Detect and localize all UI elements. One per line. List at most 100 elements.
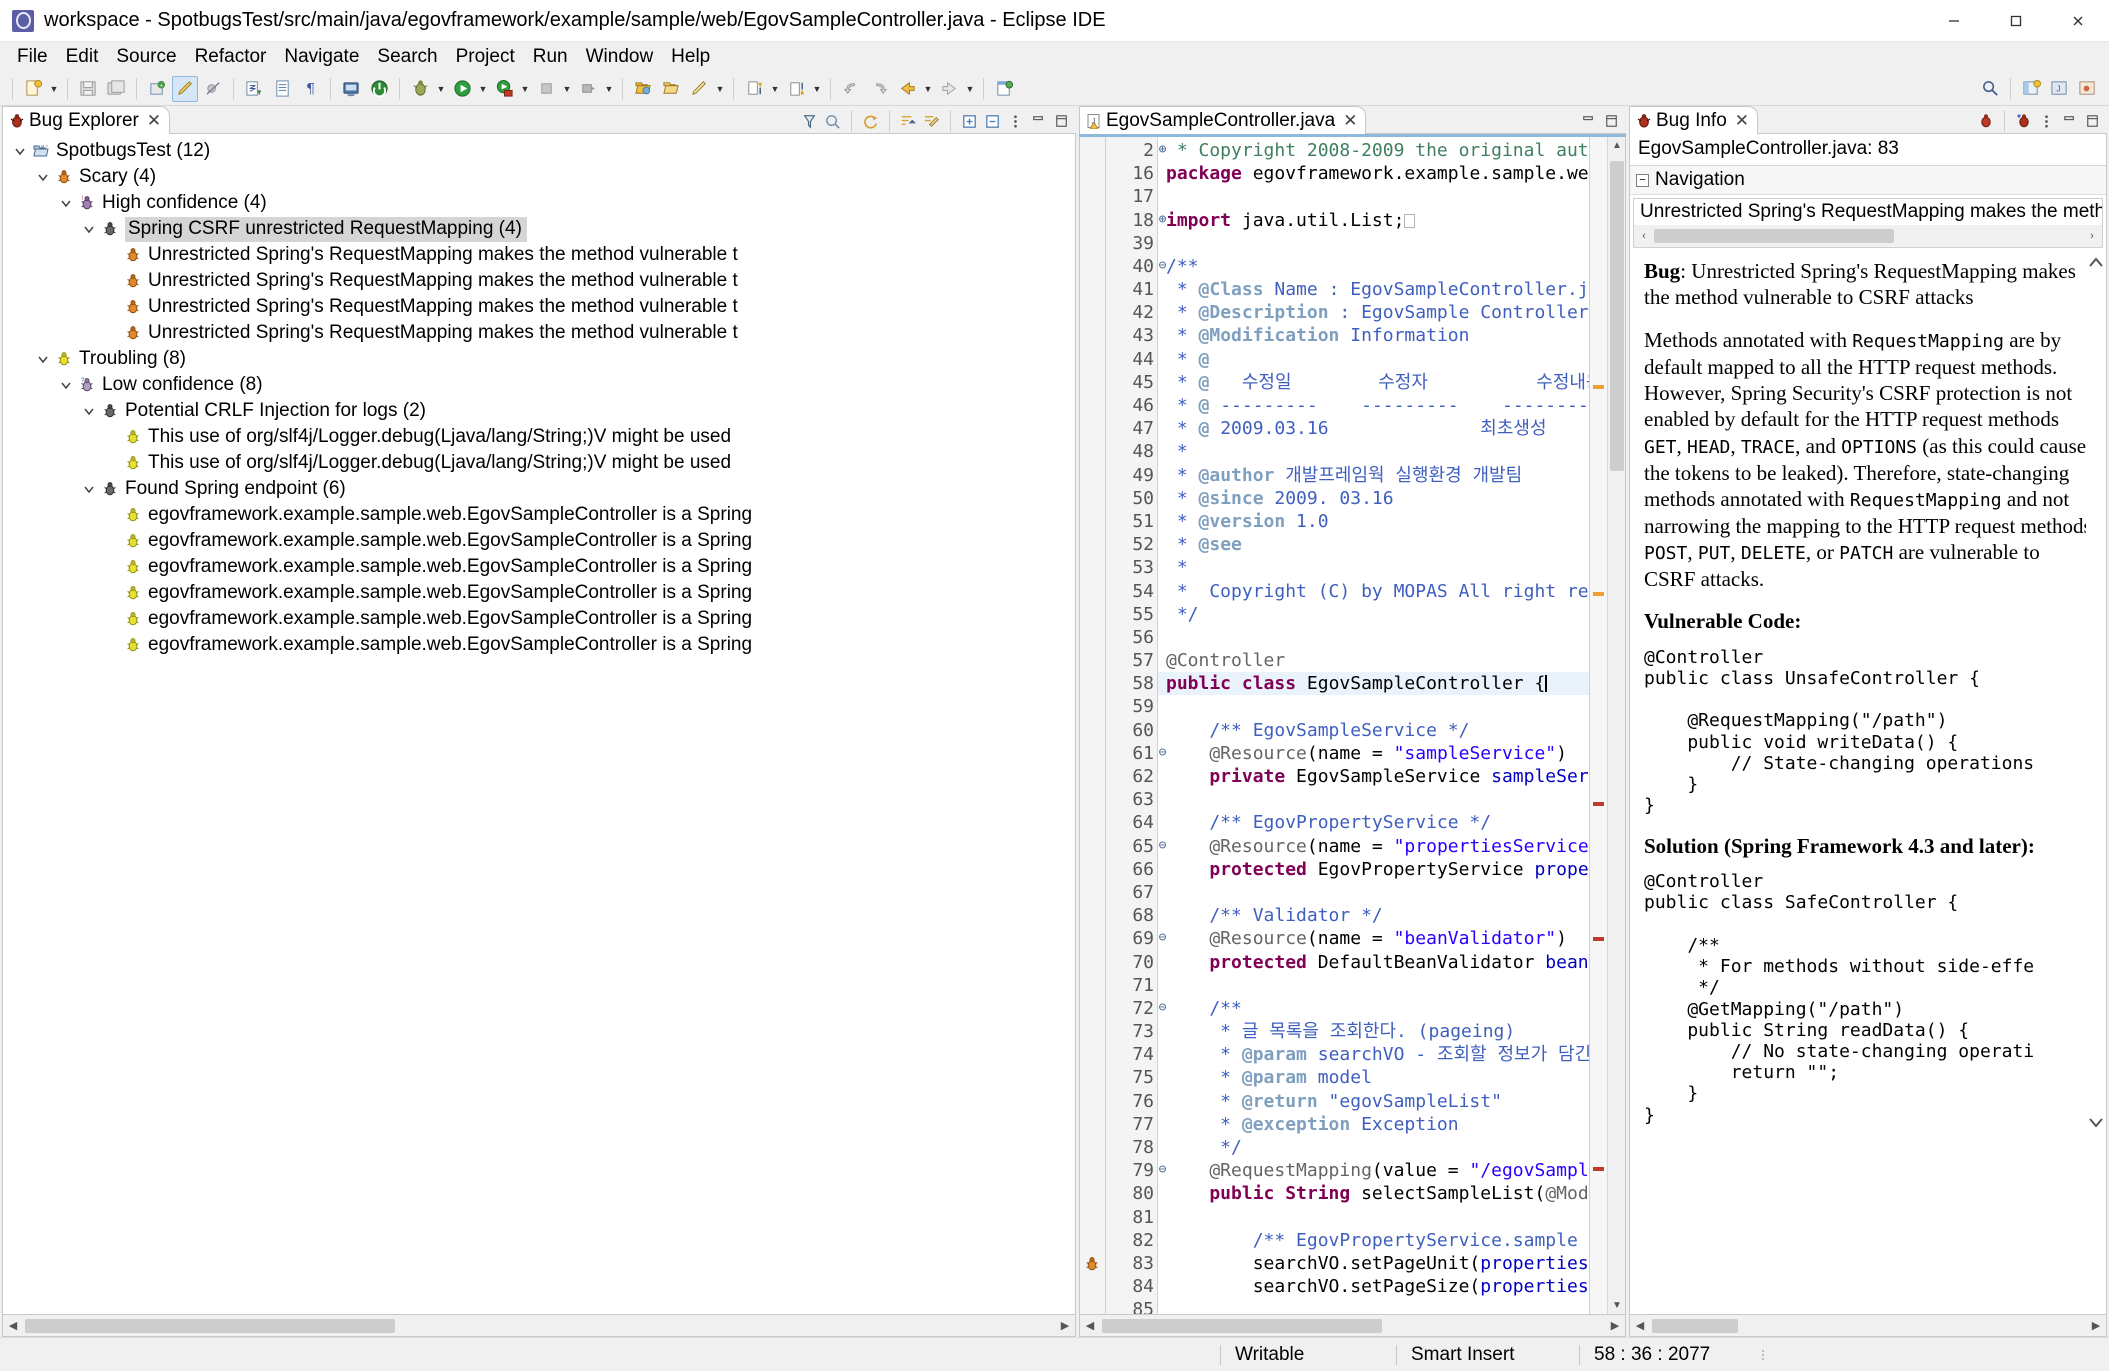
view-menu-icon[interactable] [1005, 111, 1026, 132]
menu-window[interactable]: Window [577, 43, 663, 71]
editor-code-area[interactable]: * Copyright 2008-2009 the original autho… [1158, 137, 1589, 1314]
previous-edit-dropdown-icon[interactable]: ▼ [921, 76, 935, 102]
code-line[interactable]: * Copyright (C) by MOPAS All right reser… [1158, 580, 1589, 603]
skip-breakpoints-icon[interactable] [200, 76, 226, 102]
tree-row[interactable]: egovframework.example.sample.web.EgovSam… [3, 580, 1075, 606]
close-button[interactable] [2047, 0, 2109, 42]
expand-filter-icon[interactable] [822, 111, 843, 132]
maximize-button[interactable] [1985, 0, 2047, 42]
code-line[interactable]: @Resource(name = "beanValidator") [1158, 927, 1589, 950]
code-line[interactable]: import java.util.List; [1158, 209, 1589, 232]
tree-row[interactable]: egovframework.example.sample.web.EgovSam… [3, 528, 1075, 554]
toggle-highlight-icon[interactable] [172, 76, 198, 102]
editor-overview-ruler[interactable] [1589, 137, 1607, 1314]
external-tools-icon[interactable] [575, 76, 601, 102]
code-line[interactable]: * @ [1158, 348, 1589, 371]
tab-egovsamplecontroller-java[interactable]: J EgovSampleController.java ✕ [1079, 106, 1366, 134]
tree-row[interactable]: This use of org/slf4j/Logger.debug(Ljava… [3, 424, 1075, 450]
overview-marker[interactable] [1593, 937, 1604, 941]
vscroll-thumb[interactable] [1610, 161, 1624, 471]
collapse-filter-icon[interactable] [799, 111, 820, 132]
code-line[interactable] [1158, 974, 1589, 997]
pilcrow-icon[interactable]: ¶ [297, 76, 323, 102]
scroll-up-icon[interactable] [2087, 252, 2105, 278]
menu-source[interactable]: Source [107, 43, 185, 71]
code-line[interactable]: * 글 목록을 조회한다. (pageing) [1158, 1020, 1589, 1043]
menu-file[interactable]: File [8, 43, 57, 71]
code-line[interactable] [1158, 185, 1589, 208]
hscroll-thumb[interactable] [1102, 1319, 1382, 1333]
new-java-project-icon[interactable] [338, 76, 364, 102]
bug-info-navigation-header[interactable]: − Navigation [1630, 166, 2106, 195]
code-line[interactable]: * @version 1.0 [1158, 510, 1589, 533]
menu-search[interactable]: Search [368, 43, 446, 71]
previous-edit-icon[interactable] [894, 76, 920, 102]
tree-row[interactable]: Unrestricted Spring's RequestMapping mak… [3, 294, 1075, 320]
open-type-icon[interactable] [630, 76, 656, 102]
code-line[interactable]: searchVO.setPageUnit(propertiesService.g… [1158, 1252, 1589, 1275]
search-dropdown-icon[interactable]: ▼ [713, 76, 727, 102]
tree-row[interactable]: M JSpotbugsTest (12) [3, 138, 1075, 164]
maximize-icon[interactable] [1601, 111, 1622, 132]
code-line[interactable]: /** EgovSampleService */ [1158, 719, 1589, 742]
sort-icon[interactable] [898, 111, 919, 132]
tree-row[interactable]: egovframework.example.sample.web.EgovSam… [3, 606, 1075, 632]
collapse-all-icon[interactable] [982, 111, 1003, 132]
code-line[interactable]: protected EgovPropertyService properties… [1158, 858, 1589, 881]
build-all-icon[interactable] [241, 76, 267, 102]
chevron-down-icon[interactable] [78, 223, 100, 235]
code-line[interactable]: */ [1158, 1136, 1589, 1159]
code-line[interactable]: * @ 수정일 수정자 수정내용 [1158, 371, 1589, 394]
view-menu-icon[interactable] [2036, 111, 2057, 132]
show-bug-icon[interactable] [1975, 111, 1996, 132]
code-line[interactable]: protected DefaultBeanValidator beanValid… [1158, 951, 1589, 974]
nav-scroll-left-icon[interactable]: ‹ [1634, 226, 1654, 246]
scroll-right-icon[interactable]: ▶ [1055, 1316, 1075, 1336]
scroll-left-icon[interactable]: ◀ [3, 1316, 23, 1336]
code-line[interactable]: searchVO.setPageSize(propertiesService.g… [1158, 1275, 1589, 1298]
forward-icon[interactable] [866, 76, 892, 102]
edit-filter-icon[interactable] [921, 111, 942, 132]
code-line[interactable]: @RequestMapping(value = "/egovSampleList… [1158, 1159, 1589, 1182]
hscroll-track[interactable] [1650, 1318, 2086, 1334]
stop-dropdown-icon[interactable]: ▼ [560, 76, 574, 102]
hscroll-thumb[interactable] [25, 1319, 395, 1333]
tree-row[interactable]: Potential CRLF Injection for logs (2) [3, 398, 1075, 424]
code-line[interactable]: * [1158, 556, 1589, 579]
chevron-down-icon[interactable] [32, 171, 54, 183]
next-edit-dropdown-icon[interactable]: ▼ [963, 76, 977, 102]
open-task-icon[interactable] [269, 76, 295, 102]
code-line[interactable]: * [1158, 440, 1589, 463]
expand-all-icon[interactable] [959, 111, 980, 132]
code-line[interactable]: * @ 2009.03.16 최초생성 [1158, 417, 1589, 440]
external-tools-dropdown-icon[interactable]: ▼ [602, 76, 616, 102]
next-annotation-dropdown-icon[interactable]: ▼ [810, 76, 824, 102]
next-annotation-icon[interactable] [783, 76, 809, 102]
tree-row[interactable]: egovframework.example.sample.web.EgovSam… [3, 554, 1075, 580]
code-line[interactable]: @Resource(name = "propertiesService") [1158, 835, 1589, 858]
maximize-icon[interactable] [2082, 111, 2103, 132]
navigation-hscrollbar[interactable]: ‹ › [1634, 225, 2102, 247]
next-edit-icon[interactable] [936, 76, 962, 102]
nav-hscroll-track[interactable] [1654, 228, 2082, 244]
code-line[interactable] [1158, 626, 1589, 649]
scroll-left-icon[interactable]: ◀ [1080, 1316, 1100, 1336]
code-line[interactable]: * @Modification Information [1158, 324, 1589, 347]
minimize-icon[interactable] [2059, 111, 2080, 132]
coverage-dropdown-icon[interactable]: ▼ [518, 76, 532, 102]
tree-row[interactable]: !High confidence (4) [3, 190, 1075, 216]
nav-scroll-right-icon[interactable]: › [2082, 226, 2102, 246]
status-resize-grip[interactable] [1760, 1347, 1770, 1363]
tree-row[interactable]: egovframework.example.sample.web.EgovSam… [3, 502, 1075, 528]
code-line[interactable] [1158, 788, 1589, 811]
new-wizard-icon[interactable] [20, 76, 46, 102]
new-editor-icon[interactable] [991, 76, 1017, 102]
perspective-extra-icon[interactable] [2074, 76, 2100, 102]
code-line[interactable]: * @Description : EgovSample Controller C… [1158, 301, 1589, 324]
mark-occurrences-icon[interactable]: + [144, 76, 170, 102]
hscroll-thumb[interactable] [1652, 1319, 1738, 1333]
close-icon[interactable]: ✕ [147, 111, 161, 131]
chevron-down-icon[interactable] [32, 353, 54, 365]
stop-icon[interactable] [533, 76, 559, 102]
code-line[interactable] [1158, 232, 1589, 255]
